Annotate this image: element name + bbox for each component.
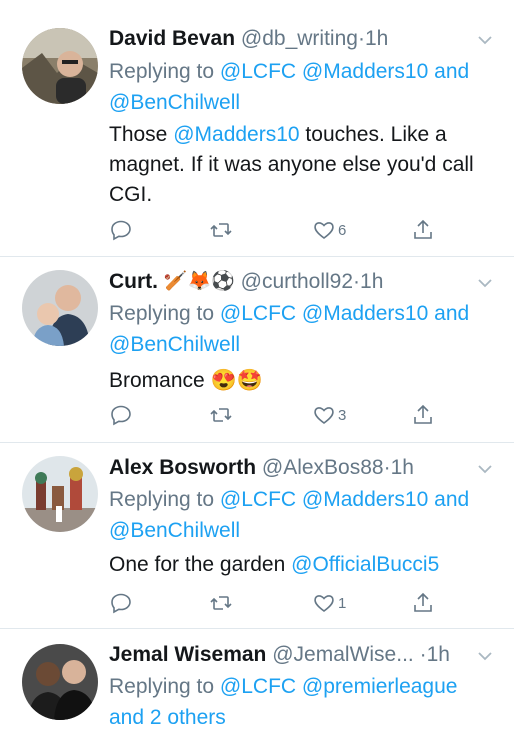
tweet-header: David Bevan @db_writing·1h: [109, 27, 389, 50]
like-count: 3: [338, 406, 347, 424]
tweet-david-bevan[interactable]: David Bevan @db_writing·1h Replying to @…: [0, 0, 514, 257]
retweet-icon: [210, 596, 232, 610]
timestamp: 1h: [360, 270, 384, 293]
like-button[interactable]: 3: [312, 402, 346, 428]
tweet-header: Alex Bosworth @AlexBos88·1h: [109, 456, 414, 479]
tweet-text: One for the garden @OfficialBucci5: [109, 553, 440, 576]
mention-link[interactable]: @LCFC: [220, 60, 296, 83]
retweet-button[interactable]: [209, 590, 233, 616]
display-name[interactable]: Alex Bosworth: [109, 456, 256, 479]
tweet-header: Jemal Wiseman @JemalWise... ·1h: [109, 643, 450, 666]
mention-link[interactable]: @premierleague: [302, 675, 458, 698]
display-name[interactable]: Jemal Wiseman: [109, 643, 266, 666]
reply-button[interactable]: [109, 402, 133, 428]
mention-link[interactable]: @BenChilwell: [109, 519, 240, 542]
mention-link[interactable]: @LCFC: [220, 302, 296, 325]
body-emoji: 😍🤩: [210, 369, 263, 393]
retweet-button[interactable]: [209, 217, 233, 243]
tweet-header: Curt. 🏏🦊⚽ @curtholl92·1h: [109, 269, 474, 295]
chevron-down-icon[interactable]: [476, 647, 494, 665]
display-name[interactable]: Curt.: [109, 270, 158, 293]
like-icon: [314, 595, 334, 612]
tweet-actions: 6: [109, 217, 449, 243]
share-icon: [414, 404, 432, 424]
mention-link[interactable]: @Madders10: [302, 60, 428, 83]
reply-icon: [111, 220, 131, 241]
like-count: 6: [338, 221, 347, 239]
like-button[interactable]: 6: [312, 217, 346, 243]
tweet-text: Bromance 😍🤩: [109, 366, 490, 396]
display-name[interactable]: David Bevan: [109, 27, 235, 50]
avatar-curt[interactable]: [22, 270, 98, 346]
timestamp: 1h: [390, 456, 414, 479]
tweet-alex-bosworth[interactable]: Alex Bosworth @AlexBos88·1h Replying to …: [0, 442, 514, 629]
share-button[interactable]: [411, 402, 435, 428]
mention-link[interactable]: @OfficialBucci5: [291, 553, 439, 576]
share-button[interactable]: [411, 590, 435, 616]
replying-to: Replying to @LCFC @premierleague and 2 o…: [109, 675, 458, 729]
avatar-jemal-wiseman[interactable]: [22, 644, 98, 720]
mention-link[interactable]: @Madders10: [302, 488, 428, 511]
retweet-icon: [210, 223, 232, 237]
chevron-down-icon[interactable]: [476, 31, 494, 49]
handle[interactable]: @AlexBos88: [262, 456, 384, 479]
mention-link[interactable]: @BenChilwell: [109, 91, 240, 114]
like-icon: [314, 222, 334, 239]
mention-link[interactable]: @Madders10: [173, 123, 299, 146]
like-icon: [314, 407, 334, 424]
mention-link[interactable]: @BenChilwell: [109, 333, 240, 356]
reply-button[interactable]: [109, 217, 133, 243]
timestamp: 1h: [364, 27, 389, 50]
handle[interactable]: @curtholl92: [241, 270, 353, 293]
tweet-text: Those @Madders10 touches. Like a magnet.…: [109, 123, 474, 206]
share-icon: [414, 592, 432, 612]
timestamp: 1h: [426, 643, 450, 666]
reply-icon: [111, 593, 131, 614]
others-link[interactable]: and 2 others: [109, 706, 226, 729]
reply-icon: [111, 405, 131, 426]
replying-to: Replying to @LCFC @Madders10 and @BenChi…: [109, 488, 470, 542]
name-emoji: 🏏🦊⚽: [163, 271, 235, 293]
chevron-down-icon[interactable]: [476, 460, 494, 478]
retweet-button[interactable]: [209, 402, 233, 428]
tweet-curt[interactable]: Curt. 🏏🦊⚽ @curtholl92·1h Replying to @LC…: [0, 256, 514, 443]
like-count: 1: [338, 594, 347, 612]
tweet-actions: 1: [109, 590, 449, 616]
like-button[interactable]: 1: [312, 590, 346, 616]
replying-to: Replying to @LCFC @Madders10 and @BenChi…: [109, 302, 470, 356]
mention-link[interactable]: @LCFC: [220, 675, 296, 698]
handle[interactable]: @db_writing: [241, 27, 358, 50]
avatar-alex-bosworth[interactable]: [22, 456, 98, 532]
tweet-jemal-wiseman[interactable]: Jemal Wiseman @JemalWise... ·1h Replying…: [0, 628, 514, 750]
handle[interactable]: @JemalWise...: [272, 643, 414, 666]
share-button[interactable]: [411, 217, 435, 243]
retweet-icon: [210, 408, 232, 422]
reply-button[interactable]: [109, 590, 133, 616]
tweet-actions: 3: [109, 402, 449, 428]
mention-link[interactable]: @Madders10: [302, 302, 428, 325]
chevron-down-icon[interactable]: [476, 274, 494, 292]
share-icon: [414, 219, 432, 239]
mention-link[interactable]: @LCFC: [220, 488, 296, 511]
avatar-david-bevan[interactable]: [22, 28, 98, 104]
replying-to: Replying to @LCFC @Madders10 and @BenChi…: [109, 60, 470, 114]
